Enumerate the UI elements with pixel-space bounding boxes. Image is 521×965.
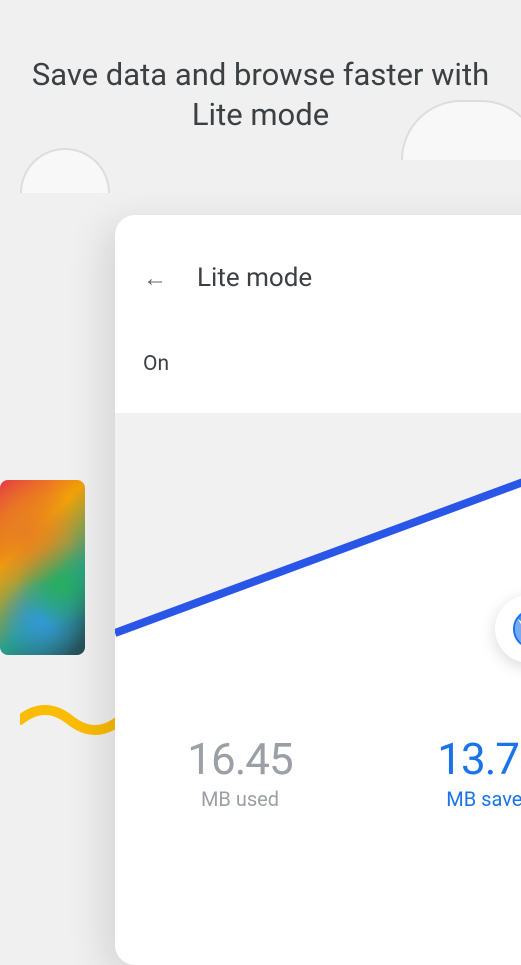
stat-used-value: 16.45 <box>115 733 365 785</box>
decorative-squiggle <box>20 690 120 750</box>
toggle-status-label: On <box>143 352 169 376</box>
data-stats-row: 16.45 MB used 13.78 MB saved <box>115 693 521 841</box>
chrome-icon <box>513 609 521 649</box>
stat-saved-label: MB saved <box>365 787 521 811</box>
stat-used-label: MB used <box>115 787 365 811</box>
stat-mb-used: 16.45 MB used <box>115 733 365 811</box>
lite-mode-toggle-row: On <box>115 308 521 413</box>
back-arrow-icon[interactable]: ← <box>143 264 167 293</box>
decorative-image-card <box>0 480 85 655</box>
stat-saved-value: 13.78 <box>365 733 521 785</box>
data-usage-chart <box>115 413 521 693</box>
screen-title: Lite mode <box>197 263 312 293</box>
phone-screen-card: ← Lite mode On <box>115 215 521 965</box>
stat-mb-saved: 13.78 MB saved <box>365 733 521 811</box>
screen-header: ← Lite mode <box>115 215 521 308</box>
